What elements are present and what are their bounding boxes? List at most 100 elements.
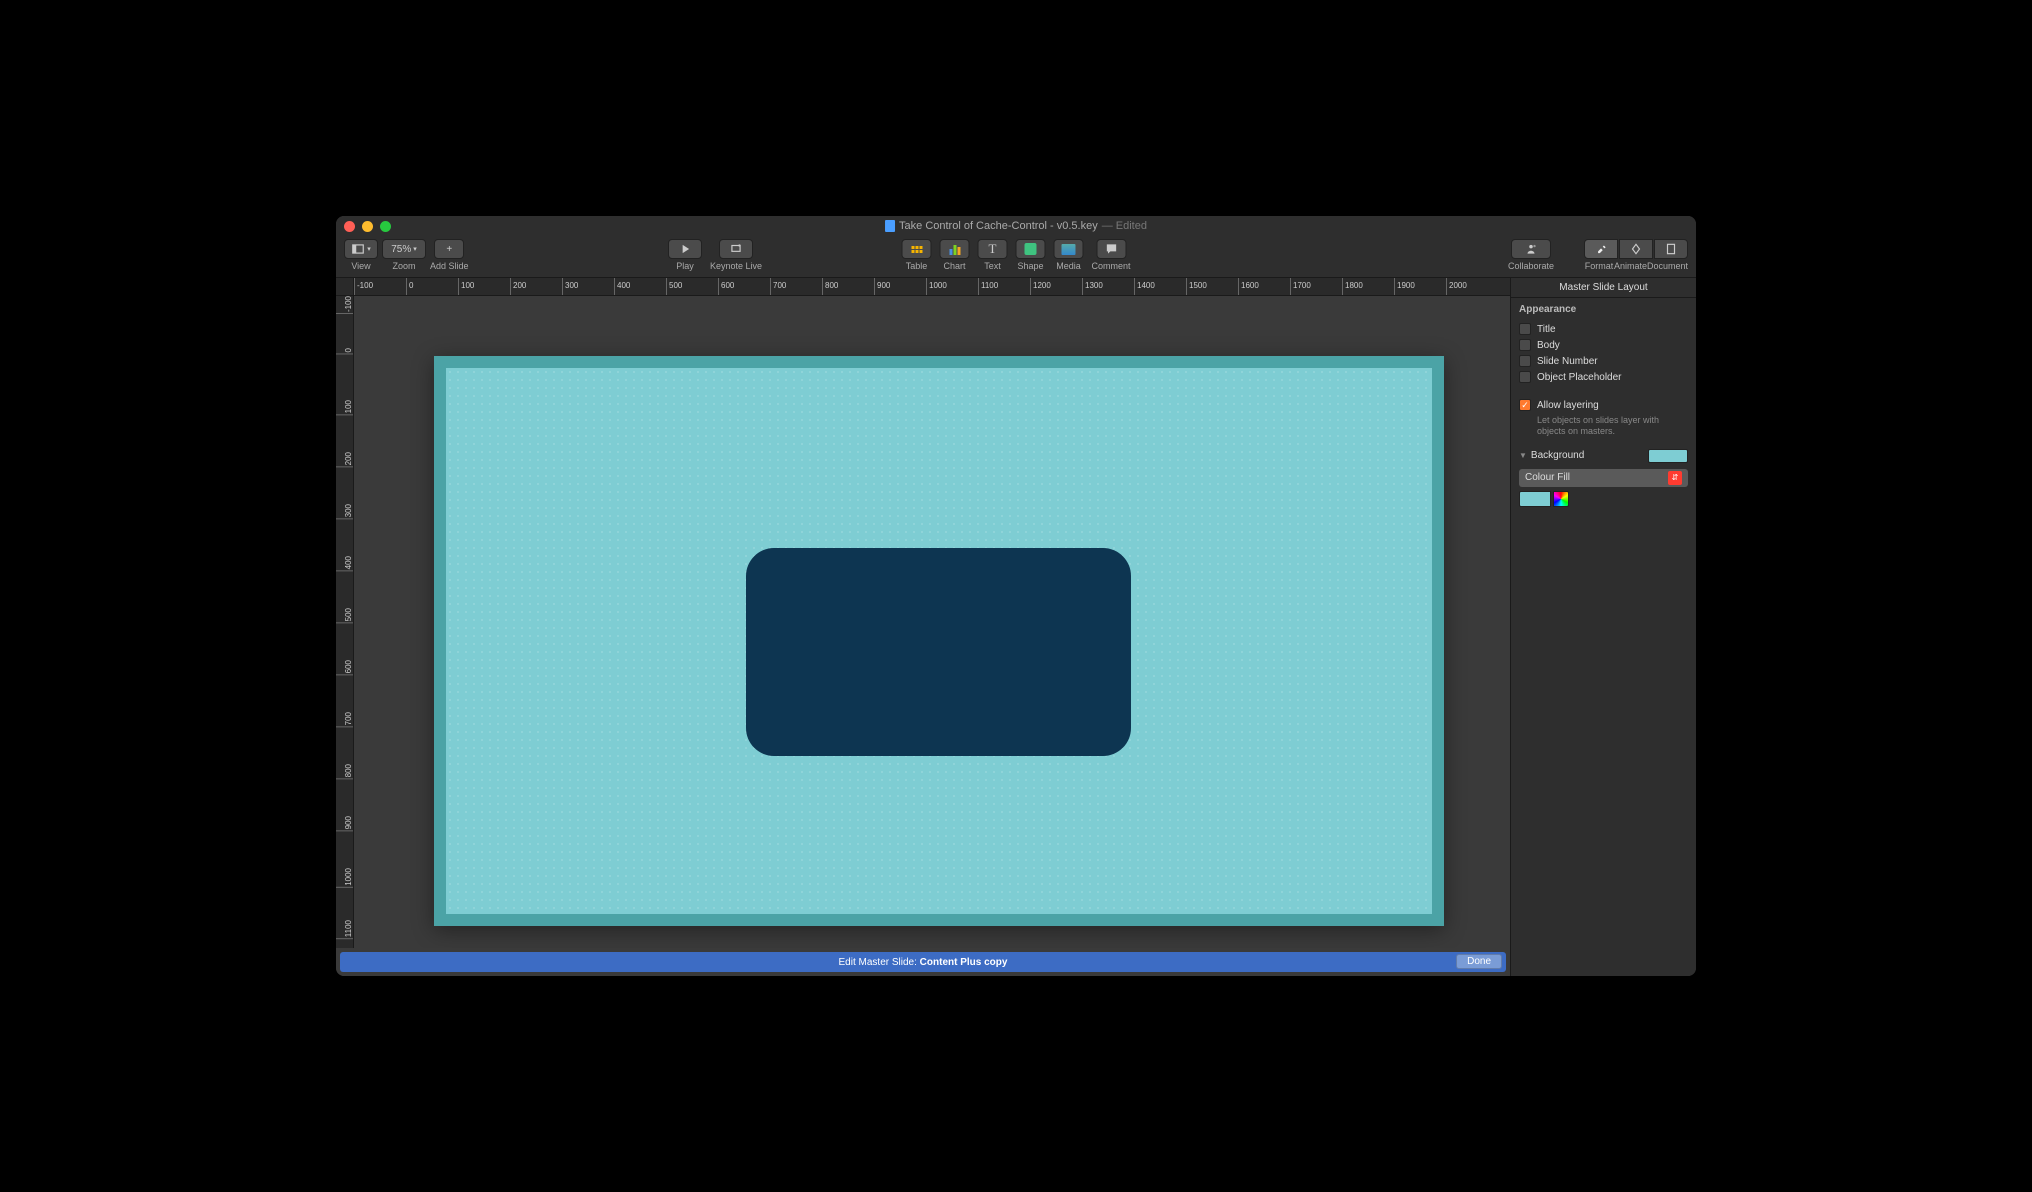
diamond-icon bbox=[1629, 242, 1643, 256]
chevron-down-icon: ▾ bbox=[413, 245, 417, 253]
zoom-value: 75% bbox=[391, 244, 411, 255]
keynote-live-button[interactable] bbox=[719, 239, 753, 259]
minimize-window-button[interactable] bbox=[362, 221, 373, 232]
disclosure-triangle-icon: ▼ bbox=[1519, 451, 1527, 460]
text-button[interactable]: T bbox=[977, 239, 1007, 259]
toolbar: ▾ View 75% ▾ Zoom + Add Slide bbox=[336, 236, 1696, 278]
media-icon bbox=[1061, 244, 1075, 255]
inspector-header: Master Slide Layout bbox=[1511, 278, 1696, 297]
appearance-title: Appearance bbox=[1519, 304, 1688, 315]
media-button[interactable] bbox=[1053, 239, 1083, 259]
format-tab[interactable] bbox=[1584, 239, 1618, 259]
close-window-button[interactable] bbox=[344, 221, 355, 232]
canvas-viewport[interactable] bbox=[354, 296, 1510, 948]
broadcast-icon bbox=[729, 242, 743, 256]
format-label: Format bbox=[1584, 261, 1614, 271]
table-button[interactable] bbox=[901, 239, 931, 259]
title-checkbox-label: Title bbox=[1537, 324, 1556, 335]
play-button[interactable] bbox=[668, 239, 702, 259]
table-icon bbox=[911, 246, 922, 253]
document-icon bbox=[885, 220, 895, 232]
fill-type-select[interactable]: Colour Fill ⇵ bbox=[1519, 469, 1688, 487]
vertical-ruler[interactable]: -100010020030040050060070080090010001100 bbox=[336, 296, 354, 948]
ruler-tick: 1500 bbox=[1186, 278, 1207, 295]
fill-colour-swatch[interactable] bbox=[1519, 491, 1551, 507]
ruler-corner bbox=[336, 278, 354, 296]
comment-icon bbox=[1104, 242, 1118, 256]
background-label: Background bbox=[1531, 450, 1584, 461]
ruler-tick: 1000 bbox=[926, 278, 947, 295]
rounded-rectangle-shape[interactable] bbox=[746, 548, 1131, 756]
ruler-tick: 700 bbox=[336, 712, 353, 727]
insert-group: Table Chart T Text bbox=[899, 239, 1132, 271]
title-checkbox[interactable] bbox=[1519, 323, 1531, 335]
plus-icon: + bbox=[446, 244, 452, 255]
allow-layering-label: Allow layering bbox=[1537, 400, 1599, 411]
add-slide-button[interactable]: + bbox=[434, 239, 464, 259]
appearance-section: Appearance Title Body Slide Number Objec… bbox=[1511, 298, 1696, 391]
animate-tab[interactable] bbox=[1619, 239, 1653, 259]
slide-number-checkbox[interactable] bbox=[1519, 355, 1531, 367]
edited-indicator: — Edited bbox=[1102, 220, 1147, 232]
colour-wheel-button[interactable] bbox=[1553, 491, 1569, 507]
select-stepper-icon: ⇵ bbox=[1668, 471, 1682, 485]
document-tab[interactable] bbox=[1654, 239, 1688, 259]
background-swatch[interactable] bbox=[1648, 449, 1688, 463]
ruler-tick: 300 bbox=[562, 278, 578, 295]
ruler-tick: 900 bbox=[336, 816, 353, 831]
document-label: Document bbox=[1647, 261, 1688, 271]
ruler-tick: 700 bbox=[770, 278, 786, 295]
chevron-down-icon: ▾ bbox=[367, 245, 371, 253]
canvas-area: -100010020030040050060070080090010001100… bbox=[336, 278, 1510, 976]
ruler-tick: 800 bbox=[336, 764, 353, 779]
fill-type-value: Colour Fill bbox=[1525, 472, 1570, 483]
collaborate-button[interactable] bbox=[1511, 239, 1551, 259]
slide-background[interactable] bbox=[446, 368, 1432, 914]
object-placeholder-checkbox-label: Object Placeholder bbox=[1537, 372, 1622, 383]
comment-button[interactable] bbox=[1096, 239, 1126, 259]
body-checkbox[interactable] bbox=[1519, 339, 1531, 351]
document-icon bbox=[1664, 242, 1678, 256]
ruler-tick: 0 bbox=[336, 348, 353, 354]
ruler-tick: 1700 bbox=[1290, 278, 1311, 295]
keynote-live-label: Keynote Live bbox=[710, 261, 762, 271]
slide-master[interactable] bbox=[434, 356, 1444, 926]
done-button[interactable]: Done bbox=[1456, 954, 1502, 969]
ruler-tick: 200 bbox=[336, 452, 353, 467]
zoom-group: 75% ▾ Zoom bbox=[382, 239, 426, 271]
footer-master-name: Content Plus copy bbox=[920, 957, 1008, 968]
edit-master-footer: Edit Master Slide: Content Plus copy Don… bbox=[340, 952, 1506, 972]
sidebar-icon bbox=[351, 242, 365, 256]
shape-button[interactable] bbox=[1015, 239, 1045, 259]
fullscreen-window-button[interactable] bbox=[380, 221, 391, 232]
keynote-window: Take Control of Cache-Control - v0.5.key… bbox=[336, 216, 1696, 976]
text-label: Text bbox=[984, 261, 1001, 271]
ruler-tick: 400 bbox=[336, 556, 353, 571]
chart-button[interactable] bbox=[939, 239, 969, 259]
filename: Take Control of Cache-Control - v0.5.key bbox=[899, 220, 1098, 232]
ruler-tick: 600 bbox=[336, 660, 353, 675]
object-placeholder-checkbox[interactable] bbox=[1519, 371, 1531, 383]
footer-prefix: Edit Master Slide: bbox=[839, 957, 920, 968]
ruler-tick: 0 bbox=[406, 278, 413, 295]
ruler-tick: 900 bbox=[874, 278, 890, 295]
layering-section: Allow layering Let objects on slides lay… bbox=[1511, 391, 1696, 443]
chart-icon bbox=[949, 243, 960, 255]
zoom-dropdown[interactable]: 75% ▾ bbox=[382, 239, 426, 259]
comment-label: Comment bbox=[1091, 261, 1130, 271]
ruler-tick: 1300 bbox=[1082, 278, 1103, 295]
ruler-tick: 1100 bbox=[978, 278, 998, 295]
colour-picker-row bbox=[1511, 491, 1696, 515]
ruler-tick: 200 bbox=[510, 278, 526, 295]
add-slide-label: Add Slide bbox=[430, 261, 469, 271]
ruler-tick: 100 bbox=[336, 400, 353, 415]
add-slide-group: + Add Slide bbox=[430, 239, 469, 271]
view-button[interactable]: ▾ bbox=[344, 239, 378, 259]
titlebar: Take Control of Cache-Control - v0.5.key… bbox=[336, 216, 1696, 236]
horizontal-ruler[interactable]: -100010020030040050060070080090010001100… bbox=[354, 278, 1510, 296]
allow-layering-checkbox[interactable] bbox=[1519, 399, 1531, 411]
view-group: ▾ View bbox=[344, 239, 378, 271]
keynote-live-group: Keynote Live bbox=[710, 239, 762, 271]
ruler-tick: 1100 bbox=[336, 920, 353, 939]
background-section[interactable]: ▼ Background bbox=[1511, 443, 1696, 469]
